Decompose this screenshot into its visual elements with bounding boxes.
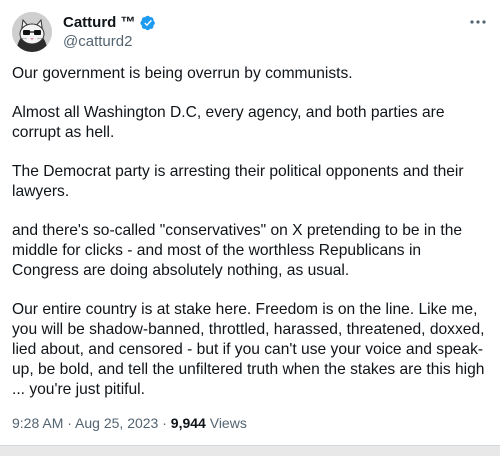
author-display-name[interactable]: Catturd ™	[63, 14, 136, 32]
verified-badge-icon	[139, 15, 156, 31]
meta-separator: ·	[63, 415, 76, 431]
author-name-row: Catturd ™	[63, 14, 156, 32]
tweet-text: Our government is being overrun by commu…	[12, 64, 488, 400]
tweet-paragraph: The Democrat party is arresting their po…	[12, 163, 464, 200]
meta-separator: ·	[158, 415, 171, 431]
tweet-header: Catturd ™ @catturd2	[12, 12, 488, 52]
views-count: 9,944	[170, 415, 206, 431]
tweet-paragraph: Our government is being overrun by commu…	[12, 65, 353, 82]
author-handle[interactable]: @catturd2	[63, 33, 132, 51]
tweet-meta: 9:28 AM · Aug 25, 2023 · 9,944 Views	[12, 414, 247, 432]
tweet-paragraph: and there's so-called "conservatives" on…	[12, 222, 463, 279]
tweet-card: Catturd ™ @catturd2 Our government is be…	[0, 0, 500, 446]
tweet-paragraph: Our entire country is at stake here. Fre…	[12, 301, 485, 398]
tweet-paragraph: Almost all Washington D.C, every agency,…	[12, 104, 445, 141]
more-options-icon[interactable]	[468, 12, 488, 32]
views-label: Views	[205, 415, 247, 431]
cat-avatar-icon[interactable]	[12, 12, 52, 52]
tweet-time[interactable]: 9:28 AM	[12, 415, 63, 431]
tweet-date[interactable]: Aug 25, 2023	[75, 415, 158, 431]
